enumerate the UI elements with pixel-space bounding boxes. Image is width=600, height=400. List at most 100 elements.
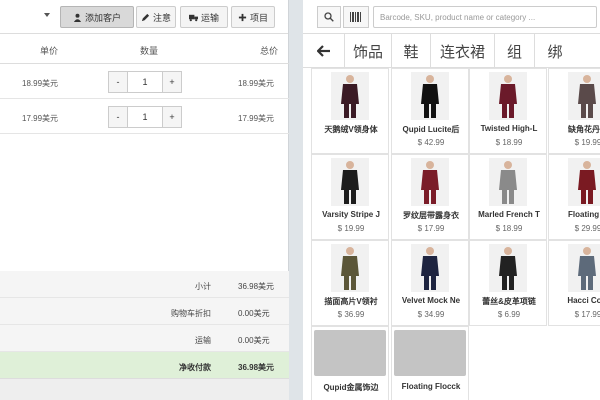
increase-button[interactable]: + <box>162 106 182 128</box>
user-icon <box>73 13 82 22</box>
plus-icon <box>238 13 247 21</box>
quantity-stepper: - 1 + <box>108 106 182 128</box>
product-name: Qupid Lucite后 <box>402 125 460 134</box>
barcode-button[interactable] <box>343 6 369 28</box>
product-price: $ 36.99 <box>337 310 365 319</box>
product-thumbnail-icon <box>499 161 517 204</box>
price-header: 单价 <box>40 46 59 56</box>
product-price: $ 19.99 <box>337 224 365 233</box>
product-card[interactable]: Varsity Stripe J $ 19.99 <box>311 154 389 240</box>
product-image <box>489 158 527 206</box>
cart-footer <box>0 378 289 400</box>
add-customer-label: 添加客户 <box>84 12 121 23</box>
product-card[interactable]: 描面高片V领衬 $ 36.99 <box>311 240 389 326</box>
product-price: $ 19.99 <box>574 138 600 147</box>
product-price: $ 17.99 <box>574 310 600 319</box>
category-tab[interactable]: 饰品 <box>345 34 392 68</box>
arrow-left-icon <box>316 45 330 57</box>
product-card[interactable]: 罗纹层带露身衣 $ 17.99 <box>391 154 469 240</box>
product-price: $ 18.99 <box>495 138 523 147</box>
category-tab[interactable]: 绑 <box>535 34 575 68</box>
note-button[interactable]: 注意 <box>136 6 176 28</box>
cart-table-header: 单价 数量 总价 <box>0 34 289 64</box>
product-search-input[interactable]: Barcode, SKU, product name or category .… <box>373 6 597 28</box>
product-image <box>411 72 449 120</box>
decrease-button[interactable]: - <box>108 71 128 93</box>
product-thumbnail-icon <box>499 247 517 290</box>
back-button[interactable] <box>303 34 345 68</box>
product-image <box>411 158 449 206</box>
add-customer-button[interactable]: 添加客户 <box>60 6 134 28</box>
product-image <box>394 330 466 376</box>
product-card[interactable]: Qupid金属饰边 <box>311 326 389 400</box>
add-item-label: 项目 <box>249 12 268 23</box>
product-thumbnail-icon <box>578 75 596 118</box>
product-card[interactable]: Marled French T $ 18.99 <box>469 154 547 240</box>
product-thumbnail-icon <box>341 247 359 290</box>
product-name: 蕾丝&皮革项链 <box>482 297 536 306</box>
product-name: 罗纹层带露身衣 <box>403 211 459 220</box>
shipping-row: 运输 0.00美元 <box>0 325 289 352</box>
product-card[interactable]: Velvet Mock Ne $ 34.99 <box>391 240 469 326</box>
cart-row: 17.99美元 - 1 + 17.99美元 <box>0 100 289 134</box>
cart-row: 18.99美元 - 1 + 18.99美元 <box>0 65 289 99</box>
product-card[interactable]: Twisted High-L $ 18.99 <box>469 68 547 154</box>
discount-value: 0.00美元 <box>238 309 270 318</box>
panel-divider[interactable] <box>289 0 303 400</box>
decrease-button[interactable]: - <box>108 106 128 128</box>
product-card[interactable]: 蕾丝&皮革项链 $ 6.99 <box>469 240 547 326</box>
product-image <box>568 158 600 206</box>
product-image <box>568 244 600 292</box>
product-card[interactable]: Hacci Cold $ 17.99 <box>548 240 600 326</box>
product-name: Floating Flocck <box>401 382 461 391</box>
product-name: Varsity Stripe J <box>322 210 380 219</box>
cart-toolbar: 添加客户 注意 运输 项目 <box>0 0 288 34</box>
pencil-icon <box>141 13 150 21</box>
product-card[interactable]: 缺角花丹套 $ 19.99 <box>548 68 600 154</box>
subtotal-value: 36.98美元 <box>238 282 275 291</box>
increase-button[interactable]: + <box>162 71 182 93</box>
shipping-button[interactable]: 运输 <box>180 6 228 28</box>
product-image <box>411 244 449 292</box>
cart-row-total: 18.99美元 <box>238 79 275 88</box>
product-card[interactable]: Floating Flocck <box>391 326 469 400</box>
product-name: 天鹅绒V领身体 <box>324 125 378 134</box>
category-tabs: 饰品 鞋 连衣裙 组 绑 <box>303 34 600 68</box>
product-name: 描面高片V领衬 <box>324 297 378 306</box>
product-image <box>331 72 369 120</box>
add-item-button[interactable]: 项目 <box>231 6 275 28</box>
product-name: Velvet Mock Ne <box>401 296 461 305</box>
product-image <box>331 158 369 206</box>
quantity-field[interactable]: 1 <box>128 106 162 128</box>
category-tab[interactable]: 鞋 <box>392 34 431 68</box>
net-payment-row: 净收付款 36.98美元 <box>0 352 289 379</box>
net-payment-value: 36.98美元 <box>238 363 275 372</box>
category-tab[interactable]: 连衣裙 <box>431 34 495 68</box>
category-tab[interactable]: 组 <box>495 34 535 68</box>
product-thumbnail-icon <box>421 247 439 290</box>
product-image <box>489 244 527 292</box>
shipping-row-label: 运输 <box>195 336 211 345</box>
product-thumbnail-icon <box>341 161 359 204</box>
product-card[interactable]: Floating M $ 29.99 <box>548 154 600 240</box>
customer-select-caret[interactable] <box>44 13 50 17</box>
product-price: $ 42.99 <box>417 138 445 147</box>
subtotal-label: 小计 <box>195 282 211 291</box>
product-price: $ 34.99 <box>417 310 445 319</box>
product-card[interactable]: Qupid Lucite后 $ 42.99 <box>391 68 469 154</box>
product-price: $ 6.99 <box>497 310 521 319</box>
barcode-icon <box>350 12 361 22</box>
product-thumbnail-icon <box>421 75 439 118</box>
quantity-field[interactable]: 1 <box>128 71 162 93</box>
cart-row-price: 18.99美元 <box>22 79 59 88</box>
product-image <box>314 330 386 376</box>
product-price: $ 29.99 <box>574 224 600 233</box>
product-price: $ 18.99 <box>495 224 523 233</box>
product-name: Qupid金属饰边 <box>323 383 379 392</box>
cart-row-total: 17.99美元 <box>238 114 275 123</box>
search-button[interactable] <box>317 6 341 28</box>
product-card[interactable]: 天鹅绒V领身体 <box>311 68 389 154</box>
product-thumbnail-icon <box>341 75 359 118</box>
subtotal-row: 小计 36.98美元 <box>0 271 289 298</box>
product-name: Twisted High-L <box>480 124 538 133</box>
